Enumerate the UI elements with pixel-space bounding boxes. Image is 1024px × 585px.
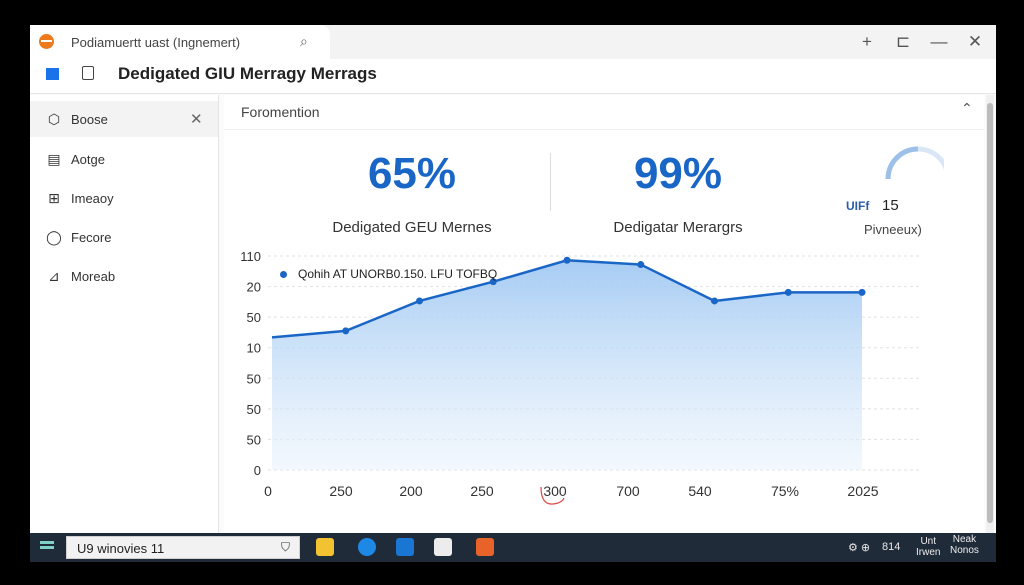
stat-label-primary: Dedigated GEU Mernes: [332, 219, 492, 236]
notepad-icon[interactable]: [434, 538, 452, 556]
sidebar-item-label: Fecore: [71, 230, 112, 245]
sidebar-item-label: Moreab: [71, 269, 116, 284]
gauge-label: UIFf: [846, 199, 870, 213]
card-icon: ▤: [47, 151, 61, 167]
notification-line: Neak: [952, 534, 977, 545]
scrollbar-thumb[interactable]: [987, 103, 993, 523]
minimize-button[interactable]: —: [928, 31, 950, 53]
clipboard-icon[interactable]: [82, 66, 94, 80]
clock-line: Irwen: [916, 547, 941, 558]
panel-title: Foromention: [241, 104, 320, 120]
sidebar-item-label: Boose: [71, 112, 108, 127]
taskbar: U9 winovies 11 ⛉ ⚙ ⊕ 814 Unt Irwen Neak …: [30, 533, 996, 562]
legend-marker: [280, 271, 287, 278]
close-button[interactable]: ✕: [964, 31, 986, 53]
edge-icon[interactable]: [358, 538, 376, 556]
browser-tab[interactable]: Podiamuertt uast (Ingnemert) ⌕: [30, 25, 330, 59]
sidebar-item-boose[interactable]: ⬡ Boose ✕: [30, 101, 218, 137]
title-bar: Podiamuertt uast (Ingnemert) ⌕ + ⊏ — ✕: [30, 25, 996, 59]
sidebar: ⬡ Boose ✕ ▤ Aotge ⊞ Imeaoy ◯ Fecore ⊿ Mo…: [30, 95, 219, 533]
app-header: Dedigated GIU Merragy Merrags: [30, 59, 996, 94]
tray-icons[interactable]: ⚙ ⊕: [848, 541, 870, 554]
notification-area[interactable]: Neak Nonos: [950, 534, 979, 556]
bookmark-icon[interactable]: ⛉: [281, 540, 290, 555]
main-panel: Foromention ⌃ 65% Dedigated GEU Mernes 9…: [224, 95, 984, 533]
search-icon[interactable]: ⌕: [300, 33, 308, 50]
notification-line: Nonos: [950, 545, 979, 556]
clock[interactable]: Unt Irwen: [916, 536, 940, 558]
restore-button[interactable]: ⊏: [892, 31, 914, 53]
circle-icon: ◯: [46, 229, 62, 245]
tray-text: 814: [882, 541, 901, 553]
network-icon: ⊞: [48, 190, 60, 206]
scrollbar[interactable]: [986, 95, 994, 533]
new-tab-button[interactable]: +: [856, 31, 878, 53]
search-text: U9 winovies 11: [77, 541, 165, 556]
app-window: Podiamuertt uast (Ingnemert) ⌕ + ⊏ — ✕ D…: [30, 25, 996, 533]
sidebar-item-label: Aotge: [71, 152, 105, 167]
sidebar-item-moreab[interactable]: ⊿ Moreab: [30, 258, 218, 294]
stat-value-secondary: 99%: [633, 149, 723, 198]
taskbar-search[interactable]: U9 winovies 11 ⛉: [66, 536, 300, 559]
clock-line: Unt: [920, 536, 936, 547]
stat-label-secondary: Dedigatar Merargrs: [613, 219, 743, 236]
gauge-caption: Pivneeux): [864, 222, 922, 237]
close-icon[interactable]: ✕: [190, 110, 203, 128]
tab-title: Podiamuertt uast (Ingnemert): [71, 35, 241, 50]
gauge-value: 15: [882, 197, 899, 214]
favicon-icon: [39, 34, 54, 49]
app-logo-icon: [46, 68, 59, 80]
start-icon[interactable]: [40, 541, 54, 553]
chart-icon: ⊿: [48, 268, 60, 284]
sidebar-item-aotge[interactable]: ▤ Aotge: [30, 141, 218, 177]
store-icon[interactable]: [396, 538, 414, 556]
divider: [224, 129, 984, 130]
legend-label: Qohih AT UNORB0.150. LFU TOFBQ: [298, 267, 498, 281]
file-explorer-icon[interactable]: [316, 538, 334, 556]
sidebar-item-label: Imeaoy: [71, 191, 114, 206]
page-title: Dedigated GIU Merragy Merrags: [118, 64, 377, 83]
cube-icon: ⬡: [47, 111, 61, 127]
stat-value-primary: 65%: [367, 149, 457, 198]
chevron-up-icon[interactable]: ⌃: [961, 100, 973, 117]
app-icon[interactable]: [476, 538, 494, 556]
sidebar-item-fecore[interactable]: ◯ Fecore: [30, 219, 218, 255]
sidebar-item-imeaoy[interactable]: ⊞ Imeaoy: [30, 180, 218, 216]
divider: [550, 153, 551, 211]
